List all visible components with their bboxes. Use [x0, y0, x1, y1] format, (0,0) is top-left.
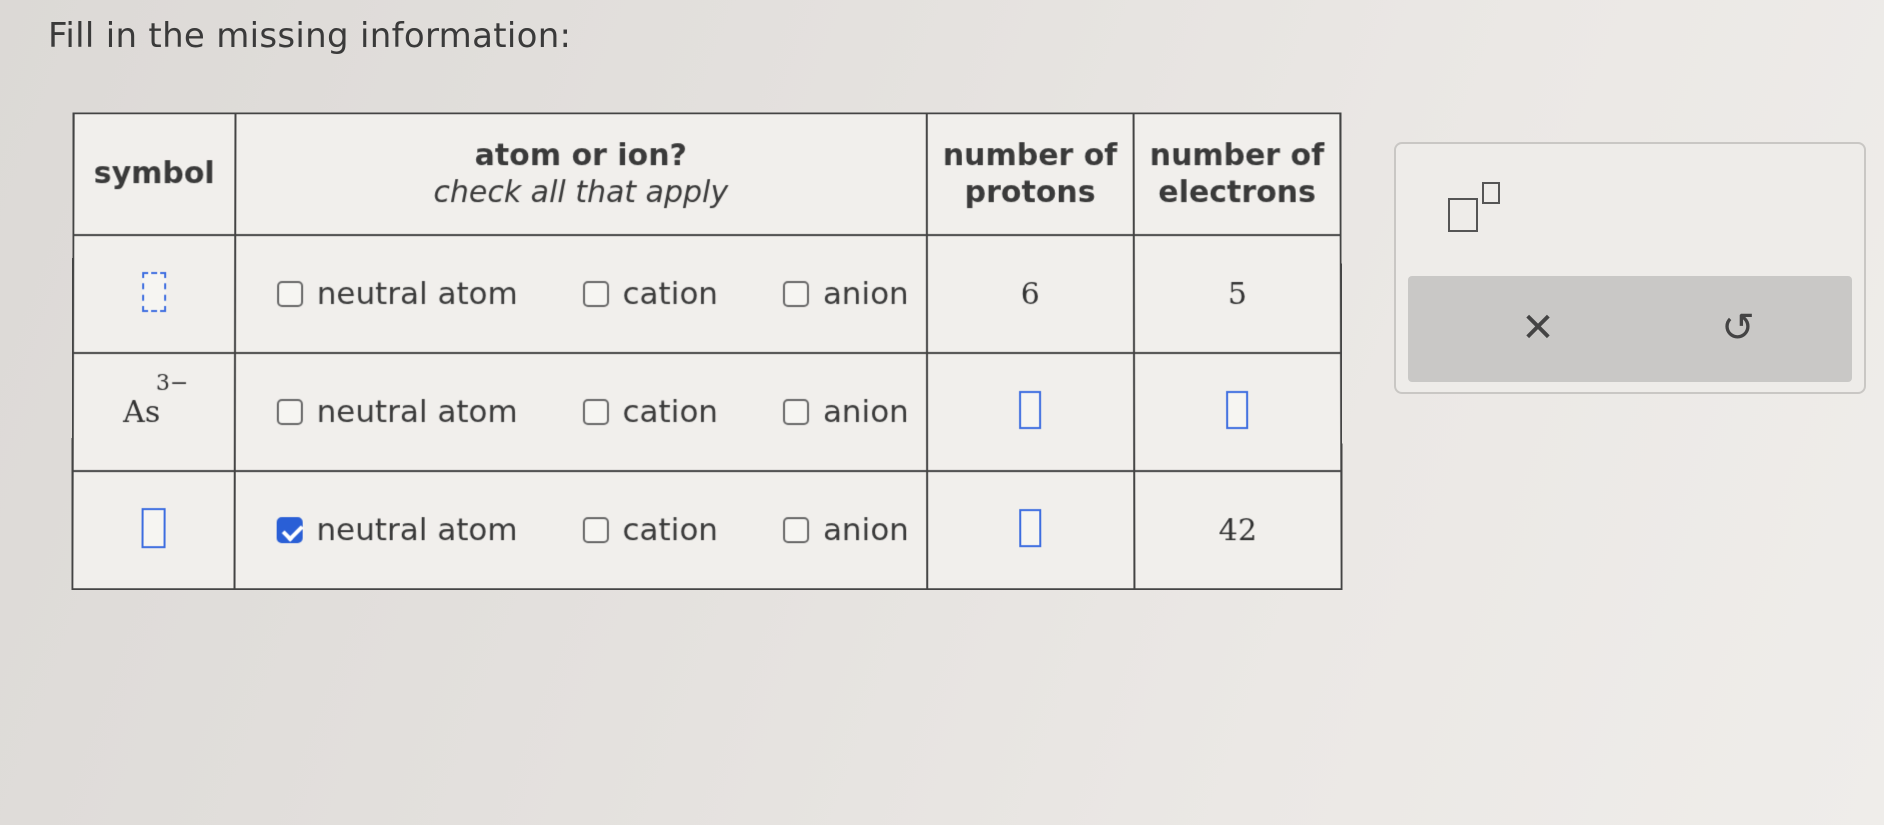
header-atom-or-ion-title: atom or ion?	[474, 137, 687, 173]
option-label: neutral atom	[316, 394, 518, 431]
superscript-exponent-box	[1482, 182, 1500, 204]
undo-icon[interactable]: ↺	[1708, 298, 1768, 358]
ion-table: symbol atom or ion? check all that apply…	[71, 112, 1343, 591]
cation-option[interactable]: cation	[582, 394, 719, 431]
table-row: neutral atom cation anion 42	[72, 471, 1342, 590]
header-atom-or-ion-subtitle: check all that apply	[433, 175, 729, 211]
superscript-base-box	[1448, 198, 1478, 232]
math-input-panel: ✕ ↺	[1394, 142, 1866, 394]
option-label: cation	[622, 512, 719, 549]
neutral-atom-checkbox[interactable]	[276, 399, 303, 426]
header-symbol: symbol	[73, 113, 236, 236]
electrons-cell: 42	[1134, 471, 1342, 590]
anion-option[interactable]: anion	[782, 394, 909, 431]
symbol-answer-box[interactable]	[141, 272, 167, 313]
symbol-value: As 3−	[123, 371, 188, 430]
action-bar: ✕ ↺	[1408, 276, 1852, 382]
option-label: anion	[822, 512, 909, 549]
anion-option[interactable]: anion	[782, 276, 909, 313]
cation-checkbox[interactable]	[582, 281, 609, 308]
symbol-cell	[72, 235, 235, 353]
header-row: symbol atom or ion? check all that apply…	[73, 113, 1341, 236]
option-label: neutral atom	[316, 276, 518, 313]
option-label: cation	[622, 276, 718, 313]
element-symbol: As	[123, 394, 161, 430]
cation-checkbox[interactable]	[582, 517, 609, 544]
protons-value: 6	[1020, 276, 1040, 312]
protons-cell	[926, 352, 1135, 472]
neutral-atom-option[interactable]: neutral atom	[276, 394, 518, 431]
symbol-cell: As 3−	[72, 352, 235, 472]
header-electrons: number of electrons	[1133, 113, 1341, 236]
protons-answer-box[interactable]	[1019, 509, 1042, 548]
neutral-atom-checkbox[interactable]	[276, 517, 303, 544]
electrons-answer-box[interactable]	[1226, 391, 1249, 430]
option-label: anion	[822, 276, 909, 313]
anion-checkbox[interactable]	[782, 399, 809, 426]
neutral-atom-option[interactable]: neutral atom	[276, 512, 518, 549]
protons-cell: 6	[926, 235, 1134, 353]
header-atom-or-ion: atom or ion? check all that apply	[234, 113, 927, 236]
electrons-value: 5	[1227, 276, 1247, 312]
type-cell: neutral atom cation anion	[234, 352, 927, 472]
anion-option[interactable]: anion	[782, 512, 909, 549]
neutral-atom-option[interactable]: neutral atom	[276, 276, 518, 313]
electrons-value: 42	[1218, 512, 1257, 548]
option-label: anion	[822, 394, 909, 431]
protons-cell	[926, 471, 1135, 590]
symbol-answer-box[interactable]	[141, 508, 166, 549]
anion-checkbox[interactable]	[782, 281, 809, 308]
option-label: cation	[622, 394, 719, 431]
option-label: neutral atom	[316, 512, 518, 549]
type-cell: neutral atom cation anion	[234, 235, 927, 353]
table-row: As 3− neutral atom cation anion	[72, 352, 1342, 472]
table-row: neutral atom cation anion 6 5	[72, 235, 1342, 353]
neutral-atom-checkbox[interactable]	[276, 281, 303, 308]
cation-checkbox[interactable]	[582, 399, 609, 426]
superscript-icon[interactable]	[1448, 182, 1508, 232]
protons-answer-box[interactable]	[1019, 391, 1042, 430]
symbol-cell	[72, 471, 235, 590]
electrons-cell: 5	[1133, 235, 1342, 353]
ion-charge: 3−	[155, 370, 189, 396]
type-cell: neutral atom cation anion	[234, 471, 927, 590]
cation-option[interactable]: cation	[582, 512, 718, 548]
question-prompt: Fill in the missing information:	[48, 16, 572, 56]
electrons-cell	[1133, 352, 1342, 472]
cation-option[interactable]: cation	[582, 276, 718, 313]
close-icon[interactable]: ✕	[1508, 298, 1568, 358]
header-protons: number of protons	[926, 113, 1134, 236]
anion-checkbox[interactable]	[782, 517, 809, 544]
